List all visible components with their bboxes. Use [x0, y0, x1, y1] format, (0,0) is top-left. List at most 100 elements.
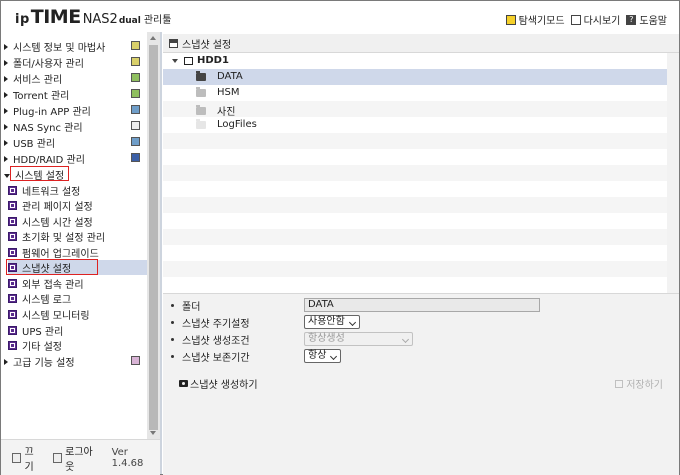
sidebar-subitem-admin-page[interactable]: 관리 페이지 설정 [8, 198, 147, 213]
sidebar-item-label: Plug-in APP 관리 [13, 107, 91, 118]
retention-select[interactable]: 항상 [304, 349, 342, 363]
reload-icon [570, 14, 581, 25]
sidebar-subitem-ups[interactable]: UPS 관리 [8, 323, 147, 338]
sidebar-item-plugin-app[interactable]: Plug-in APP 관리 [4, 103, 146, 118]
settings-page-icon [8, 248, 17, 257]
sidebar-item-folder-user[interactable]: 폴더/사용자 관리 [4, 55, 146, 70]
bullet-icon [171, 337, 174, 341]
tree-node-data[interactable]: DATA [196, 70, 243, 82]
folder-icon [196, 118, 206, 129]
sidebar-item-service[interactable]: 서비스 관리 [4, 71, 146, 86]
folder-field[interactable]: DATA [304, 298, 540, 312]
sidebar-item-nas-sync[interactable]: NAS Sync 관리 [4, 119, 146, 134]
panel-divider[interactable] [160, 32, 162, 474]
sidebar-item-label: NAS Sync 관리 [13, 123, 83, 134]
sidebar-subitem-label: 시스템 로그 [22, 295, 72, 306]
close-button[interactable]: 끄기 [12, 443, 42, 473]
help-link[interactable]: ? 도움말 [626, 12, 667, 27]
save-icon [615, 379, 624, 388]
tree-row [163, 245, 667, 261]
condition-select[interactable]: 항상생성 [304, 332, 413, 346]
period-select[interactable]: 사용안함 [304, 315, 360, 329]
scrollbar-thumb[interactable] [149, 45, 158, 430]
settings-page-icon [8, 341, 17, 350]
folder-icon [196, 86, 206, 97]
help-label: 도움말 [639, 16, 667, 27]
sidebar-subitem-firmware[interactable]: 펌웨어 업그레이드 [8, 245, 147, 260]
power-icon [12, 452, 22, 463]
sidebar-subitem-remote-access[interactable]: 외부 접속 관리 [8, 276, 147, 291]
sidebar-subitem-misc[interactable]: 기타 설정 [8, 338, 147, 353]
sidebar-subitem-label: 기타 설정 [22, 342, 62, 353]
sidebar-item-torrent[interactable]: Torrent 관리 [4, 87, 146, 102]
tree-node-logfiles[interactable]: LogFiles [196, 118, 257, 130]
tree-row [163, 261, 667, 277]
highlight-box [6, 259, 98, 275]
logout-button[interactable]: 로그아웃 [52, 443, 100, 473]
tree-scrollbar[interactable] [667, 53, 679, 293]
create-snapshot-button[interactable]: 스냅샷 생성하기 [179, 376, 258, 391]
sidebar-subitem-system-time[interactable]: 시스템 시간 설정 [8, 214, 147, 229]
sidebar-subitem-system-log[interactable]: 시스템 로그 [8, 291, 147, 306]
folder-label: 폴더 [182, 301, 201, 313]
collapsed-arrow-icon [4, 358, 8, 365]
drive-icon [184, 56, 193, 65]
collapsed-arrow-icon [4, 155, 8, 162]
tree-node-label: HSM [217, 87, 240, 98]
collapsed-arrow-icon [4, 91, 8, 98]
collapsed-arrow-icon [4, 75, 8, 82]
condition-select-value: 항상생성 [308, 333, 345, 344]
sidebar-item-label: USB 관리 [13, 139, 56, 150]
form-row-retention: 스냅샷 보존기간 [171, 348, 250, 364]
tree-row [163, 197, 667, 213]
tree-row [163, 181, 667, 197]
sidebar-subitem-label: 관리 페이지 설정 [22, 202, 93, 213]
sidebar-scrollbar[interactable] [147, 32, 160, 439]
settings-page-icon [8, 279, 17, 288]
explorer-icon [505, 14, 516, 25]
save-label: 저장하기 [626, 380, 663, 391]
sidebar-subitem-label: 시스템 모니터링 [22, 311, 90, 322]
logo-manager: 관리툴 [143, 15, 172, 26]
sidebar-subitem-label: 네트워크 설정 [22, 187, 81, 198]
expand-arrow-icon[interactable] [172, 58, 178, 63]
collapsed-arrow-icon [4, 43, 8, 50]
sidebar-item-system-info[interactable]: 시스템 정보 및 마법사 [4, 39, 146, 54]
scroll-up-icon[interactable] [150, 36, 156, 40]
collapsed-arrow-icon [4, 123, 8, 130]
bullet-icon [171, 320, 174, 324]
sidebar-subitem-network[interactable]: 네트워크 설정 [8, 183, 147, 198]
folder-tree: HDD1 DATA HSM 사진 LogFiles [163, 53, 667, 293]
tree-node-hsm[interactable]: HSM [196, 86, 240, 98]
reload-link[interactable]: 다시보기 [570, 12, 620, 27]
form-row-condition: 스냅샷 생성조건 [171, 331, 250, 347]
form-row-folder: 폴더 [171, 297, 200, 313]
logout-icon [52, 452, 63, 463]
explorer-mode-link[interactable]: 탐색기모드 [505, 12, 565, 27]
tree-node-photos[interactable]: 사진 [196, 103, 235, 118]
settings-page-icon [8, 326, 17, 335]
sidebar: 시스템 정보 및 마법사 폴더/사용자 관리 서비스 관리 Torrent 관리… [1, 32, 147, 439]
settings-page-icon [8, 201, 17, 210]
settings-page-icon [8, 294, 17, 303]
sidebar-subitem-monitoring[interactable]: 시스템 모니터링 [8, 307, 147, 322]
app-window: ip TIME NAS2 dual 관리툴 탐색기모드 다시보기 ? 도움말 시… [0, 0, 680, 475]
sidebar-item-hdd-raid[interactable]: HDD/RAID 관리 [4, 151, 146, 166]
sidebar-item-label: 시스템 정보 및 마법사 [13, 43, 106, 54]
sidebar-subitem-label: 시스템 시간 설정 [22, 218, 93, 229]
brand-logo: ip TIME NAS2 dual 관리툴 [15, 6, 171, 28]
folder-icon [196, 70, 206, 81]
snapshot-settings-form: 폴더 DATA 스냅샷 주기설정 사용안함 스냅샷 생성조건 항상생성 스냅샷 … [163, 293, 679, 475]
tree-row [163, 149, 667, 165]
sidebar-subitem-reset-config[interactable]: 초기화 및 설정 관리 [8, 229, 147, 244]
tree-node-hdd1[interactable]: HDD1 [172, 55, 229, 66]
scroll-down-icon[interactable] [150, 431, 156, 435]
torrent-icon [131, 89, 140, 98]
sidebar-item-advanced[interactable]: 고급 기능 설정 [4, 354, 146, 369]
save-button[interactable]: 저장하기 [615, 376, 663, 391]
period-select-value: 사용안함 [308, 316, 345, 327]
sidebar-item-usb[interactable]: USB 관리 [4, 135, 146, 150]
header: ip TIME NAS2 dual 관리툴 탐색기모드 다시보기 ? 도움말 [1, 1, 679, 32]
chevron-down-icon [401, 335, 410, 344]
settings-page-icon [8, 310, 17, 319]
